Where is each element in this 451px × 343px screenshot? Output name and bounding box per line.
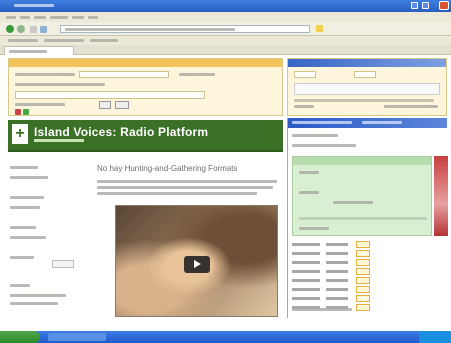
sidebar-link[interactable] xyxy=(10,256,34,259)
properties-label xyxy=(294,105,314,108)
sidebar-link[interactable] xyxy=(10,206,40,209)
dock-subtitle xyxy=(292,144,356,147)
address-input[interactable] xyxy=(60,25,310,33)
table-row[interactable] xyxy=(292,294,442,303)
sidebar-link[interactable] xyxy=(10,166,38,169)
event-box-header xyxy=(293,157,431,165)
small-button[interactable] xyxy=(115,101,129,109)
event-label xyxy=(299,227,329,230)
system-tray xyxy=(419,331,451,343)
close-window-button[interactable] xyxy=(439,1,449,10)
minimize-button[interactable] xyxy=(411,2,418,9)
color-strip[interactable] xyxy=(294,83,440,95)
table-row[interactable] xyxy=(292,240,442,249)
back-icon[interactable] xyxy=(6,25,14,33)
go-icon[interactable] xyxy=(316,25,323,32)
dock-panel xyxy=(287,118,448,318)
stop-icon[interactable] xyxy=(30,26,37,33)
dock-tab-label[interactable] xyxy=(362,121,402,124)
menu-help[interactable] xyxy=(88,16,98,19)
sidebar-link[interactable] xyxy=(10,302,58,305)
link-item[interactable] xyxy=(8,39,38,42)
properties-label xyxy=(384,105,438,108)
table-row[interactable] xyxy=(292,249,442,258)
sidebar-button[interactable] xyxy=(52,260,74,268)
play-icon[interactable] xyxy=(184,256,210,273)
paragraph-line xyxy=(97,180,277,183)
window-titlebar xyxy=(0,0,451,12)
small-button[interactable] xyxy=(99,101,111,109)
properties-row xyxy=(294,99,434,102)
menu-file[interactable] xyxy=(6,16,16,19)
site-banner: + Island Voices: Radio Platform xyxy=(8,120,283,152)
select-field[interactable] xyxy=(354,71,376,78)
tab-label-blur xyxy=(9,50,47,53)
paragraph-line xyxy=(97,186,273,189)
schedule-table xyxy=(292,240,442,312)
menu-edit[interactable] xyxy=(20,16,30,19)
event-divider xyxy=(299,217,427,220)
video-player[interactable] xyxy=(115,205,278,317)
plus-logo-icon: + xyxy=(12,124,28,144)
sidebar-link[interactable] xyxy=(10,236,46,239)
address-toolbar xyxy=(0,22,451,36)
sidebar-link[interactable] xyxy=(10,196,44,199)
link-item[interactable] xyxy=(44,39,84,42)
admin-panel-header xyxy=(9,59,282,67)
admin-panel xyxy=(8,58,283,116)
event-box xyxy=(292,156,432,236)
dock-header xyxy=(288,118,447,128)
tab-active[interactable] xyxy=(4,46,74,55)
properties-panel xyxy=(287,58,447,116)
dock-footer-text xyxy=(292,308,352,311)
text-field[interactable] xyxy=(79,71,169,78)
add-icon[interactable] xyxy=(23,109,29,115)
table-row[interactable] xyxy=(292,285,442,294)
dock-tab-label[interactable] xyxy=(292,121,352,124)
paragraph-line xyxy=(97,192,257,195)
link-item[interactable] xyxy=(90,39,118,42)
start-button[interactable] xyxy=(0,331,40,343)
event-thumbnail[interactable] xyxy=(434,156,448,236)
table-row[interactable] xyxy=(292,267,442,276)
maximize-button[interactable] xyxy=(422,2,429,9)
text-field[interactable] xyxy=(15,91,205,99)
event-label xyxy=(299,171,319,174)
menu-favorites[interactable] xyxy=(50,16,68,19)
tab-bar xyxy=(0,45,451,55)
event-label xyxy=(333,201,373,204)
dock-title xyxy=(292,134,338,137)
forward-icon[interactable] xyxy=(17,25,25,33)
field-label xyxy=(15,73,75,76)
sidebar-link[interactable] xyxy=(10,226,36,229)
links-bar xyxy=(0,36,451,45)
sidebar-link[interactable] xyxy=(10,284,30,287)
article-headline: No hay Hunting-and-Gathering Formats xyxy=(97,164,238,173)
refresh-icon[interactable] xyxy=(40,26,47,33)
field-label xyxy=(179,73,215,76)
title-text-blur xyxy=(14,4,54,7)
field-label xyxy=(15,103,65,106)
site-subtitle-blur xyxy=(34,139,84,142)
properties-panel-header xyxy=(288,59,446,67)
field-label xyxy=(15,83,105,86)
table-row[interactable] xyxy=(292,258,442,267)
menu-tools[interactable] xyxy=(72,16,84,19)
taskbar-window-item[interactable] xyxy=(48,333,106,341)
sidebar-link[interactable] xyxy=(10,176,48,179)
select-field[interactable] xyxy=(294,71,316,78)
event-label xyxy=(299,191,319,194)
table-row[interactable] xyxy=(292,276,442,285)
url-text-blur xyxy=(65,28,235,31)
taskbar xyxy=(0,331,451,343)
sidebar-link[interactable] xyxy=(10,294,66,297)
menu-view[interactable] xyxy=(34,16,46,19)
menu-bar xyxy=(0,12,451,22)
site-title: Island Voices: Radio Platform xyxy=(34,125,209,139)
delete-icon[interactable] xyxy=(15,109,21,115)
left-sidebar xyxy=(8,156,88,316)
